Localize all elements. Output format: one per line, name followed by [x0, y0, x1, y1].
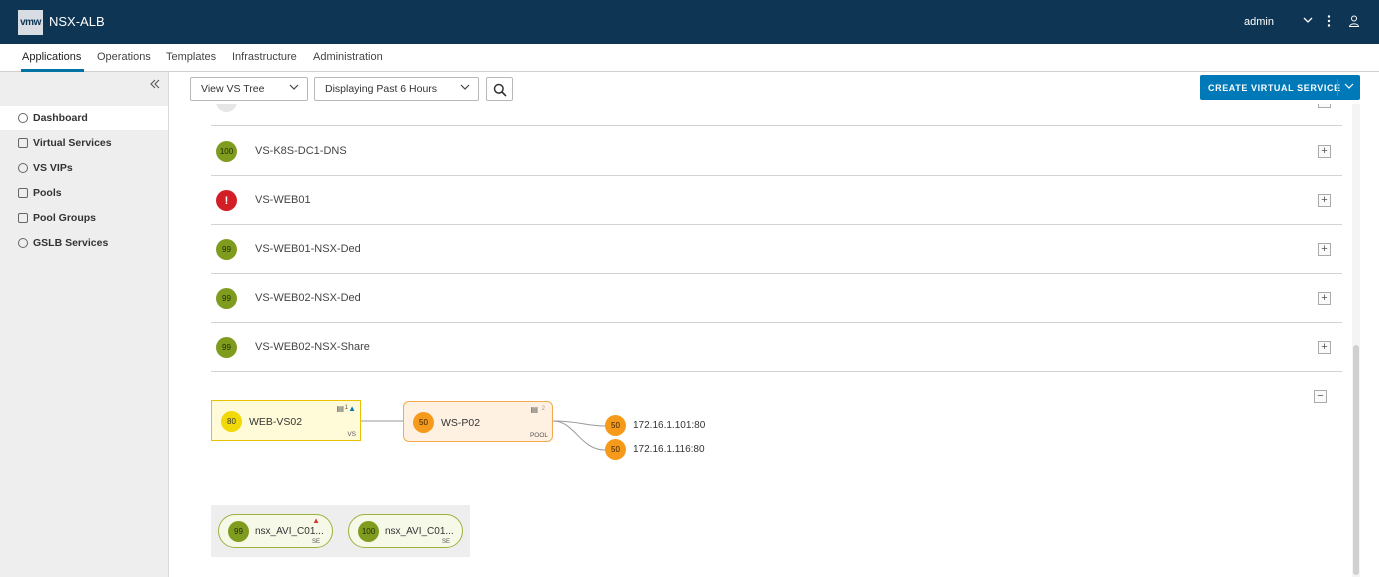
health-score-badge: 50: [605, 439, 626, 460]
node-type-label: SE: [441, 539, 450, 545]
pool-node-name: WS-P02: [441, 417, 481, 429]
vs-tree-node[interactable]: 80 WEB-VS02 ▤ 1 ▲ VS: [211, 400, 361, 441]
database-icon: ▤: [336, 404, 344, 413]
node-type-label: VS: [347, 431, 356, 438]
health-score-badge: 100: [358, 521, 379, 542]
service-engine-node[interactable]: 100 nsx_AVI_C01... SE: [348, 514, 463, 548]
server-count: 2: [541, 406, 545, 412]
health-score-badge: 50: [413, 412, 434, 433]
servers-icon: ▤: [530, 405, 538, 414]
bell-icon: ▲: [348, 404, 356, 413]
vs-node-name: WEB-VS02: [249, 416, 303, 428]
se-name: nsx_AVI_C01...: [385, 526, 454, 537]
health-score-badge: 99: [228, 521, 249, 542]
pool-tree-node[interactable]: 50 WS-P02 ▤ 2 POOL: [403, 401, 553, 442]
service-engine-node[interactable]: 99 nsx_AVI_C01... ▲ SE: [218, 514, 333, 548]
server-address: 172.16.1.116:80: [633, 444, 705, 455]
pool-server[interactable]: 50 172.16.1.101:80: [605, 415, 705, 436]
se-name: nsx_AVI_C01...: [255, 526, 324, 537]
health-score-badge: 80: [221, 411, 242, 432]
bell-alert-icon: ▲: [312, 516, 320, 525]
health-score-badge: 50: [605, 415, 626, 436]
node-type-label: POOL: [529, 432, 548, 439]
server-address: 172.16.1.101:80: [633, 420, 706, 431]
pool-server[interactable]: 50 172.16.1.116:80: [605, 439, 705, 460]
tree-connectors: [360, 420, 606, 451]
node-type-label: SE: [311, 539, 320, 545]
service-engine-panel: 99 nsx_AVI_C01... ▲ SE 100 nsx_AVI_C01..…: [211, 505, 470, 557]
